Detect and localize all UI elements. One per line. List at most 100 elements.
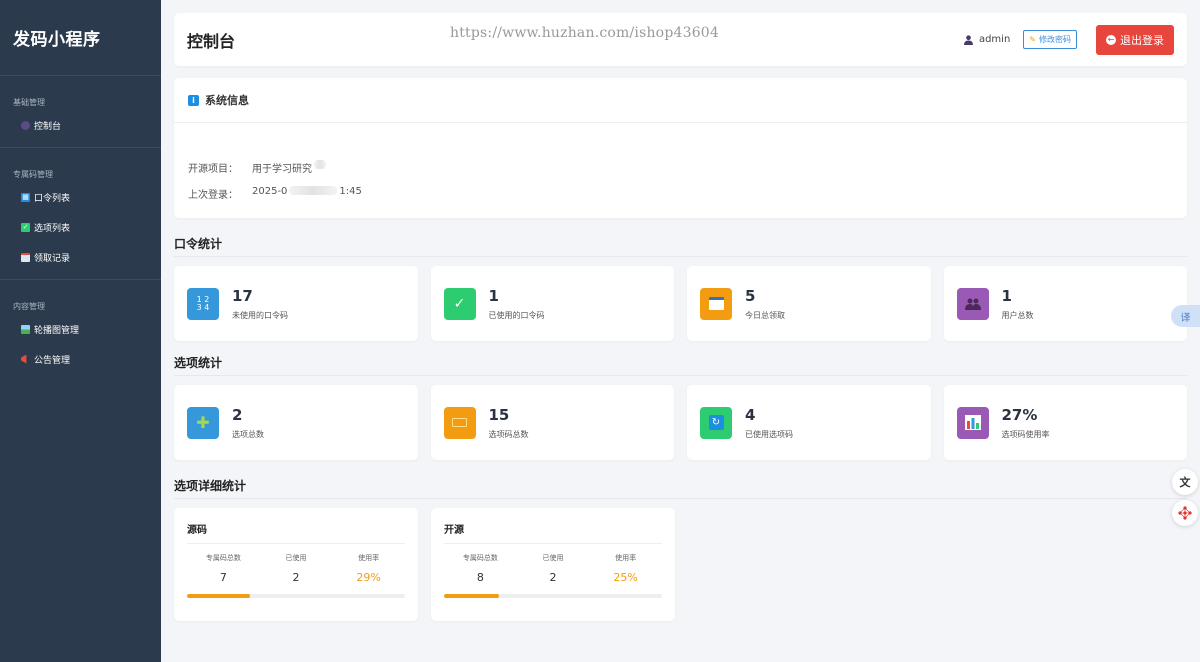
- stat-label: 未使用的口令码: [232, 310, 288, 320]
- calendar-icon: [700, 287, 732, 320]
- stat-value: 2: [232, 405, 243, 424]
- stat-card-used-option-codes: ↻ 4 已使用选项码: [687, 385, 931, 460]
- info-value-start: 2025-0: [252, 186, 288, 197]
- stat-card-unused-tokens: 1 23 4 17 未使用的口令码: [174, 266, 418, 341]
- detail-title: 源码: [187, 521, 405, 544]
- ticket-icon: [443, 406, 476, 439]
- token-stats-section: 口令统计 1 23 4 17 未使用的口令码 ✓ 1 已使用的口令码 5 今日总领取: [174, 231, 1187, 341]
- stat-label: 选项总数: [232, 429, 264, 439]
- system-info-title: 系统信息: [205, 94, 249, 107]
- sidebar-item-label: 领取记录: [34, 253, 71, 264]
- change-password-button[interactable]: ✎ 修改密码: [1023, 30, 1077, 49]
- dashboard-icon: [21, 120, 30, 130]
- sidebar-group-title: 基础管理: [13, 98, 45, 107]
- col-value: 29%: [356, 571, 381, 584]
- col-header: 已使用: [285, 554, 307, 562]
- info-icon: i: [188, 94, 199, 106]
- sidebar-item-dashboard[interactable]: 控制台: [0, 110, 161, 140]
- stat-card-total-users: 1 用户总数: [943, 266, 1187, 341]
- sidebar-item-label: 控制台: [34, 121, 62, 132]
- key-icon: ✎: [1029, 35, 1036, 44]
- language-button[interactable]: 文: [1172, 469, 1198, 495]
- detail-columns: 专属码总数 7 已使用 2 使用率 29%: [187, 553, 405, 584]
- main-content: 控制台 https://www.huzhan.com/ishop43604 ad…: [174, 13, 1187, 621]
- network-icon: [1178, 506, 1192, 520]
- logout-button[interactable]: ← 退出登录: [1096, 24, 1174, 55]
- sidebar-group-codes: 专属码管理 ▦ 口令列表 ✓ 选项列表 领取记录: [0, 148, 161, 272]
- puzzle-icon: ✚: [187, 406, 219, 439]
- username: admin: [978, 34, 1011, 45]
- sidebar-group-title: 内容管理: [13, 302, 45, 311]
- stat-label: 用户总数: [1001, 310, 1034, 320]
- stat-label: 已使用选项码: [745, 429, 793, 439]
- usage-progress-fill: [187, 594, 251, 598]
- stat-value: 17: [232, 286, 253, 305]
- info-row-last-login: 上次登录： 2025-0 1:45: [174, 186, 1187, 201]
- image-icon: [21, 324, 30, 334]
- col-header: 专属码总数: [205, 554, 241, 562]
- section-title: 口令统计: [174, 231, 1187, 257]
- watermark: https://www.huzhan.com/ishop43604: [450, 25, 720, 41]
- sidebar-item-announcement[interactable]: 公告管理: [0, 344, 161, 374]
- option-detail-row: 源码 专属码总数 7 已使用 2 使用率 29% 开源 专属码总数 8 已使用 2 使用率…: [174, 508, 1187, 621]
- info-key: 开源项目：: [188, 164, 238, 175]
- redacted-blur: [314, 160, 326, 169]
- detail-columns: 专属码总数 8 已使用 2 使用率 25%: [444, 553, 662, 584]
- usage-progress-bar: [444, 594, 662, 598]
- logout-icon: ←: [1106, 34, 1116, 45]
- stat-value: 4: [745, 405, 756, 424]
- sidebar-item-carousel[interactable]: 轮播图管理: [0, 314, 161, 344]
- info-key: 上次登录：: [188, 190, 238, 201]
- stat-card-today-claims: 5 今日总领取: [687, 266, 931, 341]
- system-info-header: i 系统信息: [174, 78, 1187, 123]
- language-icon: 文: [1179, 476, 1191, 489]
- stat-value: 1: [1001, 286, 1012, 305]
- network-button[interactable]: [1172, 500, 1198, 526]
- detail-col-used: 已使用 2: [261, 553, 331, 584]
- col-header: 已使用: [542, 554, 564, 562]
- logout-label: 退出登录: [1120, 33, 1164, 47]
- change-password-label: 修改密码: [1039, 35, 1071, 44]
- stat-label: 选项码使用率: [1001, 429, 1050, 439]
- sidebar-item-label: 选项列表: [34, 223, 71, 234]
- stat-card-used-tokens: ✓ 1 已使用的口令码: [430, 266, 674, 341]
- stat-value: 5: [745, 286, 756, 305]
- sidebar-item-token-list[interactable]: ▦ 口令列表: [0, 182, 161, 212]
- option-stats-row: ✚ 2 选项总数 15 选项码总数 ↻ 4 已使用选项码 27% 选项码使用率: [174, 385, 1187, 460]
- current-user: admin: [963, 34, 1011, 45]
- option-detail-card-source: 源码 专属码总数 7 已使用 2 使用率 29%: [174, 508, 418, 621]
- header-actions: admin ✎ 修改密码 ← 退出登录: [963, 24, 1174, 55]
- app-title: 发码小程序: [0, 0, 161, 76]
- redacted-blur: [289, 186, 338, 195]
- bar-chart-glyph: [964, 415, 981, 430]
- sidebar-item-label: 公告管理: [34, 355, 71, 366]
- users-icon: [956, 287, 989, 320]
- section-title: 选项统计: [174, 350, 1187, 376]
- col-value: 8: [476, 571, 484, 584]
- calendar-icon: [21, 252, 30, 262]
- stat-card-option-count: ✚ 2 选项总数: [174, 385, 418, 460]
- sidebar-item-label: 口令列表: [34, 193, 71, 204]
- detail-col-rate: 使用率 29%: [334, 553, 404, 584]
- detail-col-used: 已使用 2: [518, 553, 588, 584]
- sidebar-item-option-list[interactable]: ✓ 选项列表: [0, 212, 161, 242]
- info-value-end: 1:45: [339, 186, 362, 197]
- detail-col-total: 专属码总数 8: [445, 553, 515, 584]
- numbers-icon: 1 23 4: [187, 287, 219, 320]
- translate-label: 译: [1180, 312, 1191, 324]
- option-detail-section: 选项详细统计 源码 专属码总数 7 已使用 2 使用率 29% 开源 专属码总数 8 已…: [174, 473, 1187, 621]
- stat-card-option-code-count: 15 选项码总数: [430, 385, 674, 460]
- token-stats-row: 1 23 4 17 未使用的口令码 ✓ 1 已使用的口令码 5 今日总领取 1 用户总数: [174, 266, 1187, 341]
- sidebar-item-label: 轮播图管理: [34, 325, 80, 336]
- sidebar-group-title: 专属码管理: [13, 170, 53, 179]
- stat-value: 15: [488, 405, 510, 424]
- stat-label: 选项码总数: [488, 429, 529, 439]
- page-header: 控制台 https://www.huzhan.com/ishop43604 ad…: [174, 13, 1187, 66]
- col-header: 专属码总数: [462, 554, 498, 562]
- stat-card-option-code-rate: 27% 选项码使用率: [943, 385, 1187, 460]
- detail-col-rate: 使用率 25%: [591, 553, 661, 584]
- sidebar-item-claim-records[interactable]: 领取记录: [0, 242, 161, 272]
- users-glyph: [964, 298, 981, 310]
- sidebar: 发码小程序 基础管理 控制台 专属码管理 ▦ 口令列表 ✓ 选项列表 领取记录 …: [0, 0, 161, 662]
- translate-button[interactable]: 译: [1171, 305, 1200, 327]
